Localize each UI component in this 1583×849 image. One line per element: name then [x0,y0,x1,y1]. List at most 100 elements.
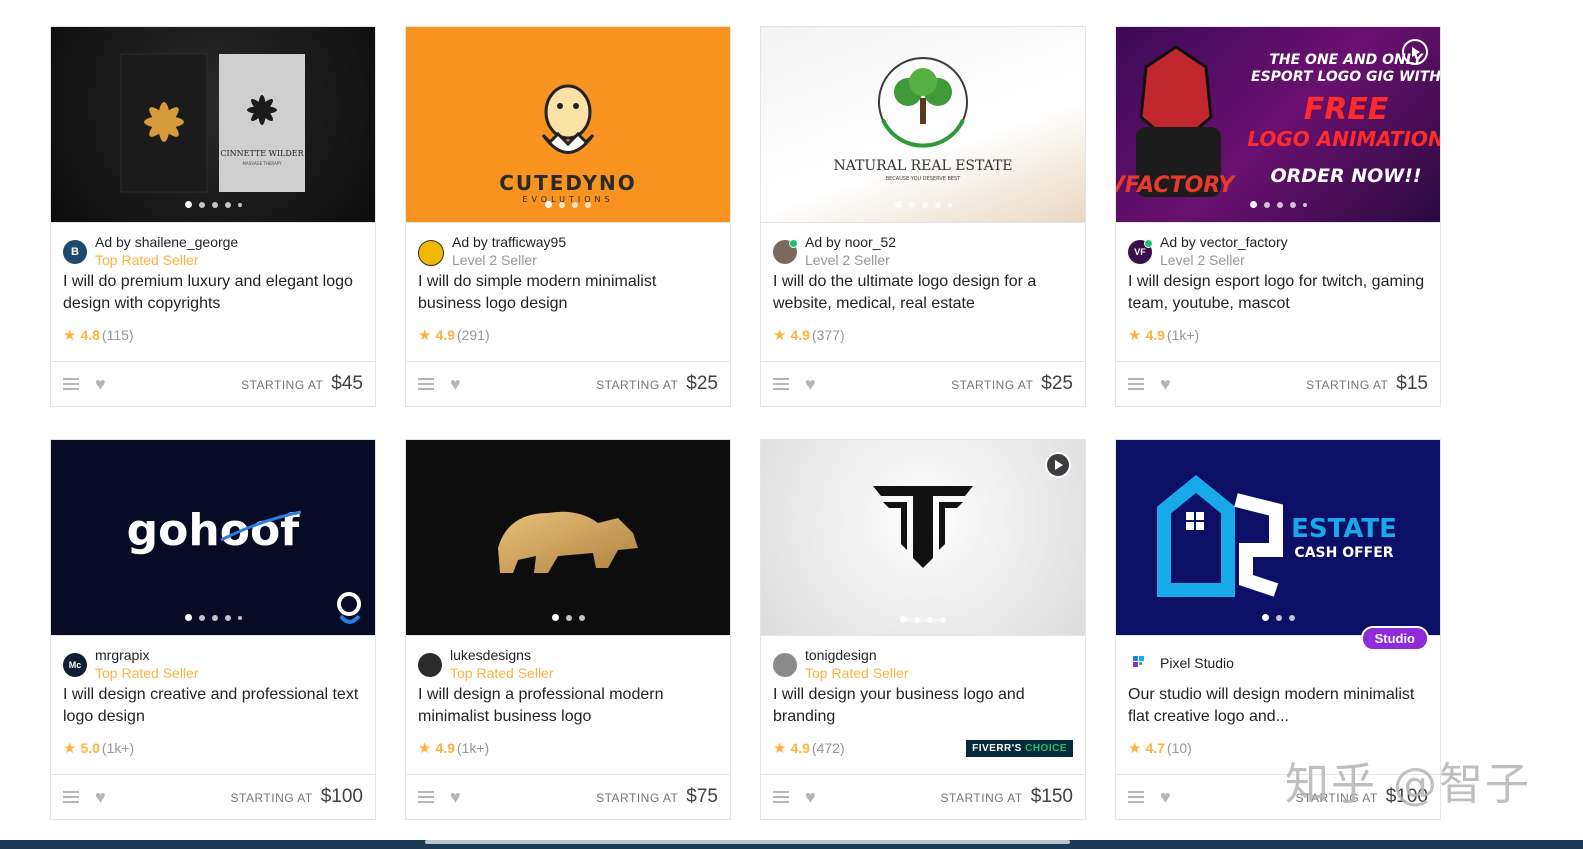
collect-list-icon[interactable] [1128,791,1144,803]
gig-thumbnail[interactable]: gohoof [51,440,375,636]
heart-icon[interactable]: ♥ [1160,788,1171,806]
carousel-dots[interactable] [1116,201,1440,208]
avatar[interactable]: Mc [63,653,87,677]
gig-title[interactable]: I will design your business logo and bra… [761,684,1085,728]
seller-info: Ad by trafficway95 Level 2 Seller [406,223,730,268]
carousel-dots[interactable] [406,614,730,621]
avatar[interactable]: B [63,240,87,264]
avatar[interactable] [418,653,442,677]
price[interactable]: STARTING AT $75 [596,786,718,808]
seller-level: Top Rated Seller [450,665,554,681]
star-icon: ★ [418,327,432,344]
price[interactable]: STARTING AT $25 [951,373,1073,395]
gig-title[interactable]: I will design esport logo for twitch, ga… [1116,271,1440,315]
rating: ★ 5.0 (1k+) [51,738,375,758]
avatar[interactable] [418,240,444,266]
gig-thumbnail[interactable]: VFACTORY THE ONE AND ONLY ESPORT LOGO GI… [1116,27,1440,223]
gig-thumbnail[interactable]: ESTATE CASH OFFER Studio [1116,440,1440,651]
art-subtext: BECAUSE YOU DESERVE BEST [886,176,962,182]
bottom-scrollbar[interactable] [0,840,1583,849]
rating-score: 5.0 [80,740,100,756]
carousel-dots[interactable] [1116,614,1440,621]
seller-name[interactable]: Ad by shailene_george [95,233,238,251]
collect-list-icon[interactable] [418,378,434,390]
avatar[interactable]: VF [1128,239,1153,264]
rating-count: (377) [811,327,845,343]
gig-title[interactable]: I will design creative and professional … [51,684,375,728]
seller-level: Top Rated Seller [95,665,199,681]
gig-thumbnail[interactable]: CUTEDYNO EVOLUTIONS [406,27,730,223]
heart-icon[interactable]: ♥ [1160,375,1171,393]
seller-name[interactable]: lukesdesigns [450,646,554,664]
gig-card[interactable]: VFACTORY THE ONE AND ONLY ESPORT LOGO GI… [1115,26,1441,407]
gig-footer: ♥ STARTING AT $75 [406,774,730,819]
gig-card[interactable]: lukesdesigns Top Rated Seller I will des… [405,439,731,820]
pixel-studio-logo-icon[interactable] [1128,651,1152,675]
carousel-dots[interactable] [761,201,1085,208]
price[interactable]: STARTING AT $25 [596,373,718,395]
heart-icon[interactable]: ♥ [95,788,106,806]
play-video-icon[interactable] [1045,452,1071,478]
art-text: gohoof [127,505,301,556]
price[interactable]: STARTING AT $15 [1306,373,1428,395]
collect-list-icon[interactable] [773,791,789,803]
heart-icon[interactable]: ♥ [450,788,461,806]
price-label: STARTING AT [596,791,679,805]
heart-icon[interactable]: ♥ [805,788,816,806]
gig-thumbnail[interactable] [406,440,730,636]
gig-title[interactable]: I will design a professional modern mini… [406,684,730,728]
gig-card[interactable]: gohoof Mc mrgrapix Top Rated Seller I wi… [50,439,376,820]
price[interactable]: STARTING AT $45 [241,373,363,395]
carousel-dots[interactable] [406,201,730,208]
avatar[interactable] [773,653,797,677]
gig-thumbnail[interactable]: CINNETTE WILDER MASSAGE THERAPY [51,27,375,223]
heart-icon[interactable]: ♥ [450,375,461,393]
seller-name[interactable]: Pixel Studio [1160,654,1234,672]
gig-thumbnail[interactable]: Toni Design [761,440,1085,636]
seller-info: Ad by noor_52 Level 2 Seller [761,223,1085,268]
price[interactable]: STARTING AT $150 [941,786,1073,808]
seller-info: VF Ad by vector_factory Level 2 Seller [1116,223,1440,268]
seller-level: Level 2 Seller [805,252,890,268]
heart-icon[interactable]: ♥ [95,375,106,393]
gig-title[interactable]: I will do the ultimate logo design for a… [761,271,1085,315]
seller-name[interactable]: Ad by noor_52 [805,233,896,251]
collect-list-icon[interactable] [418,791,434,803]
seller-name[interactable]: tonigdesign [805,646,909,664]
gig-thumbnail[interactable]: NATURAL REAL ESTATE BECAUSE YOU DESERVE … [761,27,1085,223]
gig-image [406,440,730,635]
gig-image: Toni Design [761,440,1085,635]
seller-level: Level 2 Seller [452,252,537,268]
carousel-dots[interactable] [51,614,375,621]
rating: ★ 4.9 (291) [406,325,730,345]
gig-card[interactable]: Toni Design tonigdesign Top Rated Seller… [760,439,1086,820]
price[interactable]: STARTING AT $100 [231,786,363,808]
seller-info: B Ad by shailene_george Top Rated Seller [51,223,375,268]
art-text: CUTEDYNO [499,171,637,195]
collect-list-icon[interactable] [773,378,789,390]
seller-name[interactable]: Ad by trafficway95 [452,233,566,251]
seller-level: Top Rated Seller [95,252,199,268]
collect-list-icon[interactable] [63,378,79,390]
art-line3: FREE [1304,92,1389,127]
heart-icon[interactable]: ♥ [805,375,816,393]
gig-title[interactable]: I will do premium luxury and elegant log… [51,271,375,315]
gig-card[interactable]: NATURAL REAL ESTATE BECAUSE YOU DESERVE … [760,26,1086,407]
collect-list-icon[interactable] [1128,378,1144,390]
gig-card[interactable]: CINNETTE WILDER MASSAGE THERAPY B Ad by … [50,26,376,407]
gig-title[interactable]: Our studio will design modern minimalist… [1116,684,1440,728]
rating-score: 4.9 [790,327,810,343]
star-icon: ★ [1128,740,1142,757]
collect-list-icon[interactable] [63,791,79,803]
price-value: $100 [320,786,363,807]
gig-footer: ♥ STARTING AT $100 [51,774,375,819]
art-line1: THE ONE AND ONLY [1269,52,1424,68]
seller-name[interactable]: Ad by vector_factory [1160,233,1288,251]
gig-card[interactable]: CUTEDYNO EVOLUTIONS Ad by trafficway95 L… [405,26,731,407]
avatar[interactable] [773,239,798,264]
carousel-dots[interactable] [761,616,1085,623]
seller-name[interactable]: mrgrapix [95,646,199,664]
carousel-dots[interactable] [51,201,375,208]
play-video-icon[interactable] [1402,39,1428,65]
gig-title[interactable]: I will do simple modern minimalist busin… [406,271,730,315]
